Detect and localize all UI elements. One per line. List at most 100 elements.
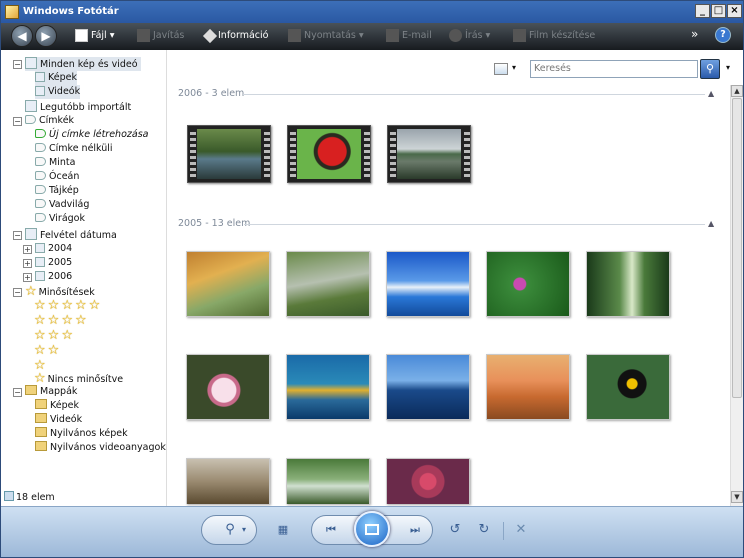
scroll-thumb[interactable] [732,98,742,398]
slideshow-button[interactable] [354,511,390,547]
photo-thumbnail[interactable] [386,251,470,317]
nav-date-taken[interactable]: Felvétel dátuma [25,228,117,242]
search-input[interactable]: Keresés [530,60,698,78]
items-icon [4,491,14,501]
rotate-right-icon[interactable]: ↻ [476,521,492,539]
rating-5-stars[interactable]: ☆ ☆ ☆ ☆ ☆ [34,299,102,313]
burn-menu[interactable]: Írás ▾ [449,29,490,45]
nav-ratings[interactable]: ☆ Minősítések [25,285,95,299]
collapse-group-icon[interactable]: ▲ [708,90,716,98]
tag-label: Virágok [49,213,86,224]
nav-untagged[interactable]: Címke nélküli [35,142,113,156]
help-button[interactable]: ? [715,27,731,43]
photo-thumbnail[interactable] [486,354,570,420]
fix-button[interactable]: Javítás [137,29,184,45]
minimize-button[interactable]: _ [695,4,710,18]
maximize-button[interactable]: □ [711,4,726,18]
group-header-2006[interactable]: 2006 - 3 elem [178,88,244,99]
next-icon[interactable]: ⏭ [405,521,425,539]
nav-folder-item[interactable]: Nyilvános videoanyagok [35,441,166,455]
collapse-toggle[interactable]: − [13,231,22,240]
view-options-dropdown[interactable]: ▾ [512,63,516,72]
previous-icon[interactable]: ⏮ [321,521,341,539]
info-label: Információ [218,30,269,41]
photo-thumbnail[interactable] [286,251,370,317]
folder-label: Videók [50,414,83,425]
nav-tags-label: Címkék [39,115,75,126]
film-perforation [464,129,470,179]
photo-thumbnail[interactable] [186,458,270,504]
nav-folder-item[interactable]: Képek [35,399,79,413]
zoom-icon[interactable]: ⚲ [223,521,237,539]
burn-label: Írás [465,30,483,41]
collapse-toggle[interactable]: − [13,288,22,297]
nav-folders[interactable]: Mappák [25,385,77,399]
file-menu[interactable]: Fájl ▾ [75,29,115,45]
nav-recently-imported[interactable]: Legutóbb importált [25,100,131,114]
print-menu[interactable]: Nyomtatás ▾ [288,29,364,45]
photo-thumbnail[interactable] [286,458,370,504]
rating-4-stars[interactable]: ☆ ☆ ☆ ☆ [34,314,89,328]
photo-thumbnail[interactable] [186,251,270,317]
nav-tags[interactable]: Címkék [25,114,74,128]
nav-year[interactable]: 2004 [35,242,72,256]
expand-toggle[interactable]: + [23,273,32,282]
fix-icon [137,29,150,42]
photo-thumbnail[interactable] [486,251,570,317]
tag-icon [35,185,46,194]
nav-all-pictures-videos[interactable]: Minden kép és videó [25,57,141,71]
photo-thumbnail[interactable] [286,354,370,420]
expand-toggle[interactable]: + [23,245,32,254]
nav-tag-item[interactable]: Óceán [35,170,79,184]
calendar-icon [35,243,45,253]
rating-2-stars[interactable]: ☆ ☆ [34,344,61,358]
nav-year[interactable]: 2006 [35,270,72,284]
photo-thumbnail[interactable] [586,354,670,420]
rating-3-stars[interactable]: ☆ ☆ ☆ [34,329,75,343]
email-button[interactable]: E-mail [386,29,432,45]
video-thumbnail[interactable] [387,125,471,183]
photo-thumbnail[interactable] [586,251,670,317]
document-icon [75,29,88,42]
close-button[interactable]: × [727,4,742,18]
nav-tag-item[interactable]: Virágok [35,212,85,226]
back-button[interactable]: ◀ [11,25,33,47]
nav-folder-item[interactable]: Nyilvános képek [35,427,128,441]
forward-arrow-icon: ▶ [41,29,51,43]
make-movie-label: Film készítése [529,30,596,41]
nav-pictures[interactable]: Képek [35,71,77,85]
thumbnail-size-icon[interactable]: ▦ [276,521,290,539]
nav-tag-item[interactable]: Vadvilág [35,198,89,212]
collapse-toggle[interactable]: − [13,117,22,126]
group-header-2005[interactable]: 2005 - 13 elem [178,218,250,229]
more-button[interactable]: » [691,27,698,43]
nav-not-rated[interactable]: ☆ Nincs minősítve [34,372,123,386]
nav-tag-item[interactable]: Minta [35,156,75,170]
expand-toggle[interactable]: + [23,259,32,268]
nav-create-tag[interactable]: Új címke létrehozása [35,128,148,142]
forward-button[interactable]: ▶ [35,25,57,47]
search-options-dropdown[interactable]: ▾ [726,63,730,72]
zoom-dropdown-icon[interactable]: ▾ [239,521,249,539]
info-button[interactable]: Információ [202,28,269,45]
delete-icon[interactable]: ✕ [513,521,529,539]
search-button[interactable]: ⚲ [700,59,720,79]
photo-thumbnail[interactable] [386,354,470,420]
nav-videos[interactable]: Videók [35,85,81,99]
photo-thumbnail[interactable] [186,354,270,420]
collapse-group-icon[interactable]: ▲ [708,220,716,228]
collapse-toggle[interactable]: − [13,60,22,69]
video-thumbnail[interactable] [187,125,271,183]
nav-folder-item[interactable]: Videók [35,413,82,427]
scroll-up-button[interactable]: ▲ [731,85,743,97]
nav-tag-item[interactable]: Tájkép [35,184,79,198]
collapse-toggle[interactable]: − [13,388,22,397]
photo-thumbnail[interactable] [386,458,470,504]
vertical-scrollbar[interactable]: ▲ ▼ [730,85,743,506]
video-thumbnail[interactable] [287,125,371,183]
rotate-left-icon[interactable]: ↺ [447,521,463,539]
scroll-down-button[interactable]: ▼ [731,491,743,503]
view-options-icon[interactable] [494,63,508,75]
nav-year[interactable]: 2005 [35,256,72,270]
make-movie-button[interactable]: Film készítése [513,29,595,45]
